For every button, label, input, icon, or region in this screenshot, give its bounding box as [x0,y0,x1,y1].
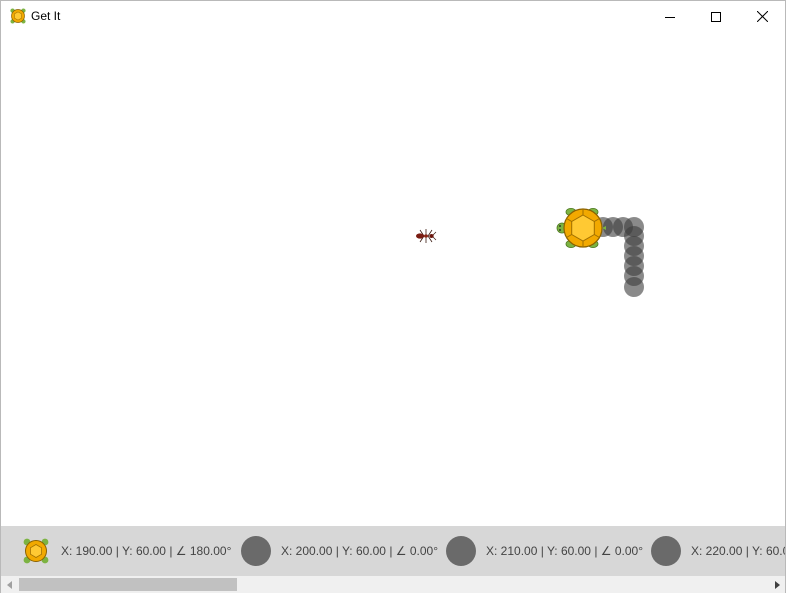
trail-dot-icon [651,536,681,566]
maximize-icon [711,11,721,22]
game-canvas[interactable] [1,32,785,526]
trail-dot-icon [241,536,271,566]
status-text: X: 210.00 | Y: 60.00 | ∠ 0.00° [486,544,644,558]
horizontal-scrollbar[interactable] [1,576,785,593]
maximize-button[interactable] [693,1,739,32]
trail-dot-icon [446,536,476,566]
turtle-state-strip: X: 190.00 | Y: 60.00 | ∠ 180.00° X: 200.… [1,526,785,576]
ant-sprite [416,229,437,243]
turtle-icon [23,538,49,564]
turtle-sprite [556,208,606,249]
status-item: X: 220.00 | Y: 60.0 [651,526,785,576]
close-icon [756,11,768,22]
minimize-icon [665,16,675,18]
scroll-left-icon [6,580,12,589]
window-title: Get It [31,9,61,23]
status-item: X: 190.00 | Y: 60.00 | ∠ 180.00° [21,526,231,576]
scroll-thumb[interactable] [19,578,237,591]
status-text: X: 200.00 | Y: 60.00 | ∠ 0.00° [281,544,439,558]
title-bar[interactable]: Get It [1,1,785,32]
status-text: X: 220.00 | Y: 60.0 [691,544,785,558]
status-item: X: 200.00 | Y: 60.00 | ∠ 0.00° [241,526,438,576]
scroll-left-button[interactable] [1,576,18,593]
turtle-icon [10,8,26,24]
close-button[interactable] [739,1,785,32]
status-text: X: 190.00 | Y: 60.00 | ∠ 180.00° [61,544,232,558]
status-item: X: 210.00 | Y: 60.00 | ∠ 0.00° [446,526,643,576]
minimize-button[interactable] [647,1,693,32]
app-window: Get It X: 190.00 | Y: 60.00 | ∠ 180.00° … [0,0,786,593]
scroll-right-button[interactable] [768,576,785,593]
scroll-right-icon [774,580,780,589]
